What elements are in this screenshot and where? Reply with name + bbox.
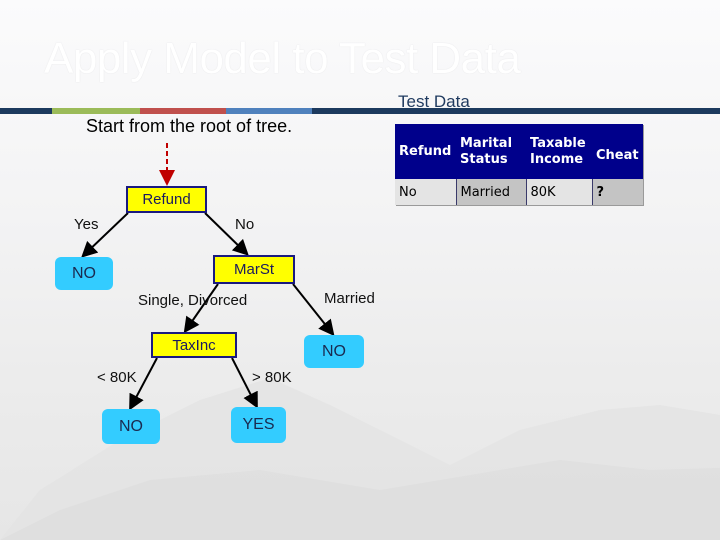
leaf-gt80k-yes: YES <box>231 407 286 443</box>
edge-label-single-divorced: Single, Divorced <box>138 292 248 309</box>
edge-label-no: No <box>235 216 255 233</box>
edge-label-yes: Yes <box>74 216 99 233</box>
edge-label-married: Married <box>324 290 375 307</box>
edge-label-gt-80k: > 80K <box>252 369 292 386</box>
leaf-refund-yes-no: NO <box>55 257 113 290</box>
node-refund: Refund <box>126 186 207 213</box>
node-marst: MarSt <box>213 255 295 284</box>
leaf-lt80k-no: NO <box>102 409 160 444</box>
node-taxinc: TaxInc <box>151 332 237 358</box>
edge-label-lt-80k: < 80K <box>97 369 137 386</box>
leaf-married-no: NO <box>304 335 364 368</box>
